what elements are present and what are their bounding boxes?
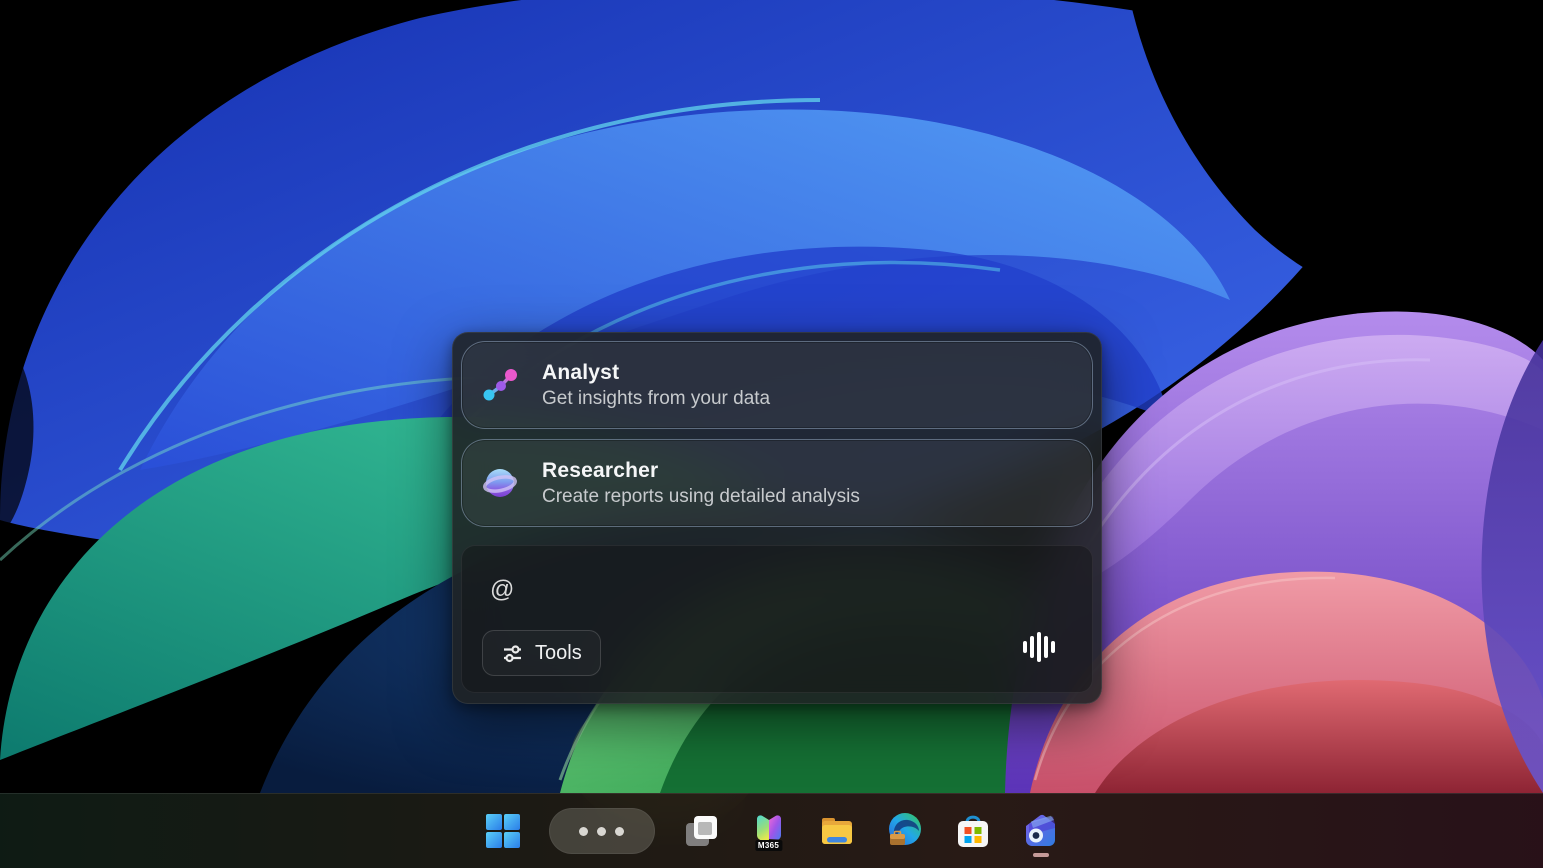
mention-symbol: @ — [490, 576, 514, 604]
prompt-input[interactable]: @ Tools — [461, 545, 1093, 693]
agent-name: Researcher — [542, 459, 860, 483]
copilot-agent-popup: Analyst Get insights from your data Rese… — [452, 332, 1102, 704]
taskbar: M365 — [0, 793, 1543, 868]
microsoft-store-icon — [953, 811, 993, 851]
m365-badge: M365 — [755, 840, 782, 851]
analyst-scatter-icon — [480, 365, 520, 405]
voice-waveform-icon — [1021, 629, 1055, 665]
edge-browser-icon — [884, 810, 926, 852]
task-view-button[interactable] — [679, 802, 723, 860]
folder-icon — [817, 811, 857, 851]
m365-copilot-button[interactable]: M365 — [747, 802, 791, 860]
search-pill-dots-icon — [579, 827, 624, 836]
agent-option-analyst[interactable]: Analyst Get insights from your data — [461, 341, 1093, 429]
voice-input-button[interactable] — [1020, 628, 1056, 666]
clipchamp-icon — [1021, 811, 1061, 851]
sliders-icon — [501, 642, 524, 665]
active-app-indicator — [1033, 853, 1049, 857]
desktop: Analyst Get insights from your data Rese… — [0, 0, 1543, 868]
researcher-planet-icon — [480, 463, 520, 503]
file-explorer-button[interactable] — [815, 802, 859, 860]
tools-button[interactable]: Tools — [482, 630, 601, 676]
search-pill[interactable] — [549, 808, 655, 854]
edge-button[interactable] — [883, 802, 927, 860]
start-button[interactable] — [481, 802, 525, 860]
agent-description: Create reports using detailed analysis — [542, 486, 860, 508]
agent-description: Get insights from your data — [542, 388, 770, 410]
task-view-icon — [681, 811, 721, 851]
agent-option-researcher[interactable]: Researcher Create reports using detailed… — [461, 439, 1093, 527]
windows-start-icon — [483, 811, 523, 851]
store-button[interactable] — [951, 802, 995, 860]
agent-name: Analyst — [542, 361, 770, 385]
tools-label: Tools — [535, 642, 582, 665]
clipchamp-button[interactable] — [1019, 802, 1063, 860]
